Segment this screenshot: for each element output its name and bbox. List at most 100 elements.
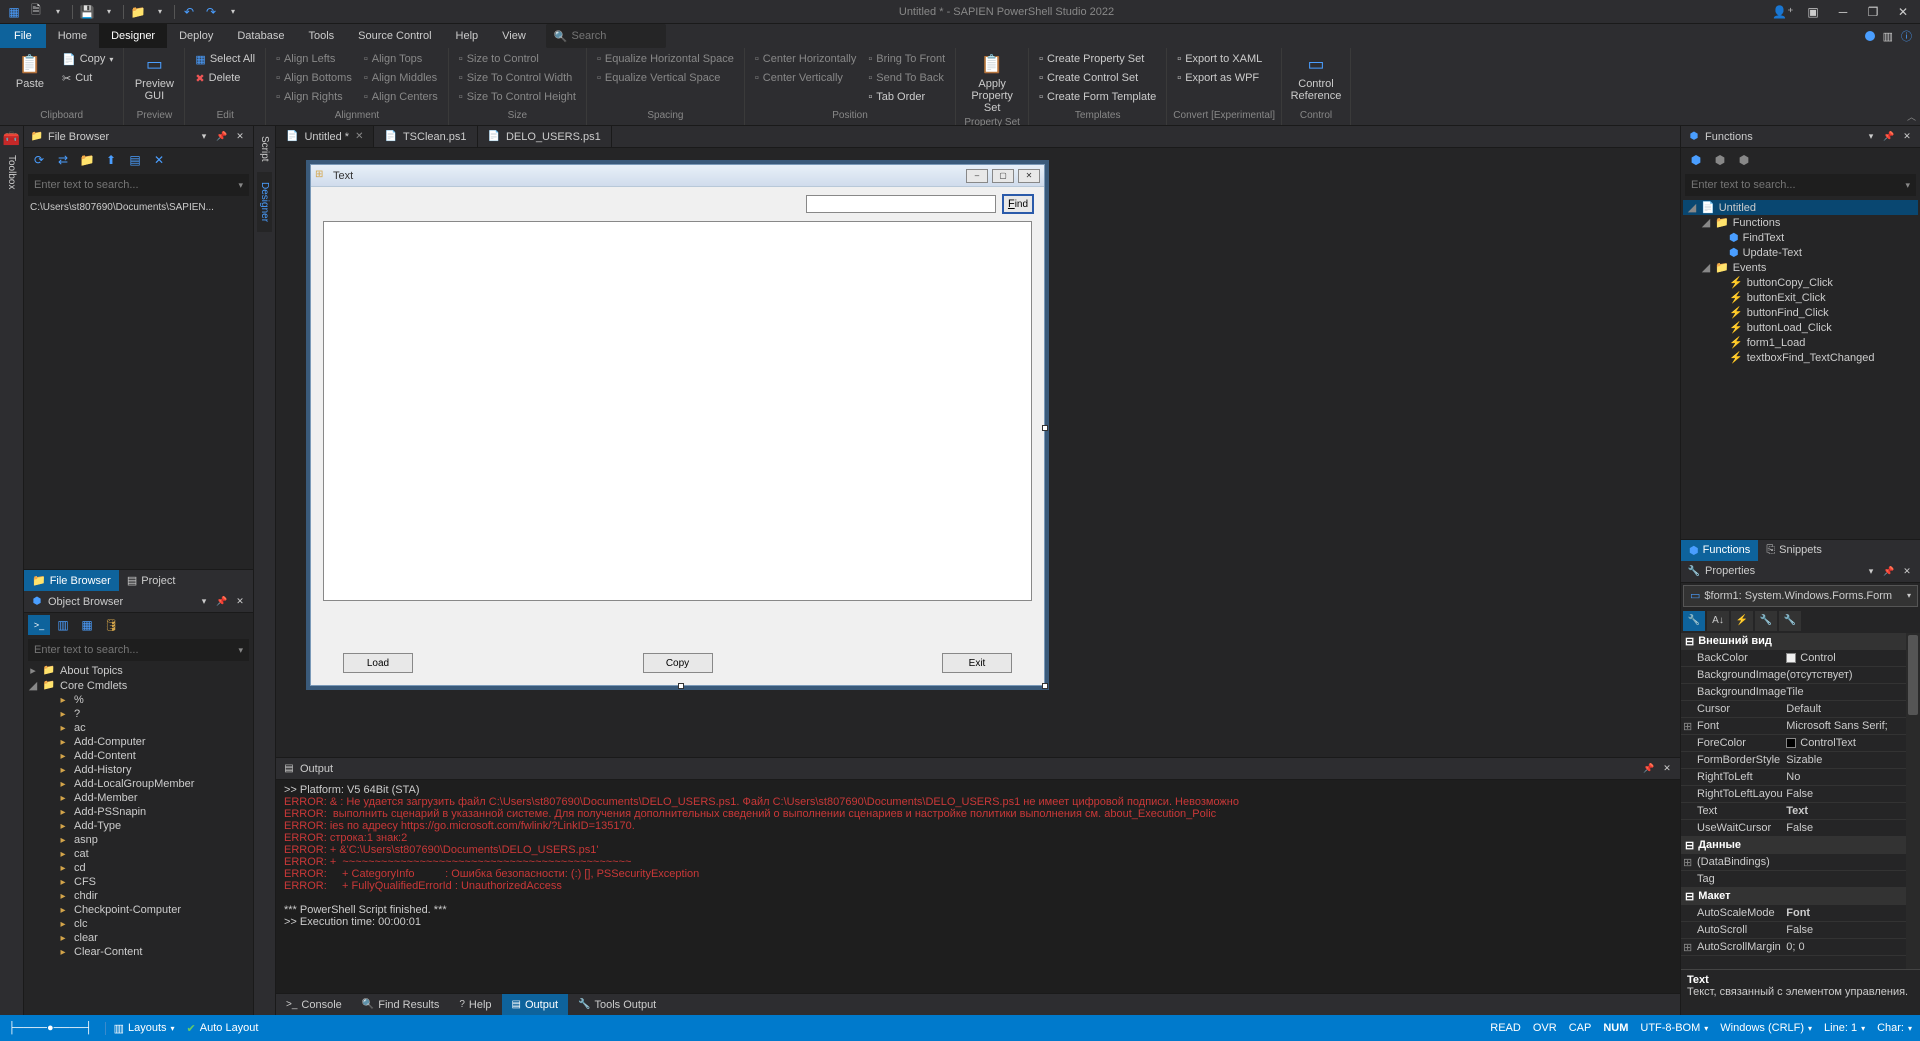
functions-search[interactable]: ▾ (1685, 174, 1916, 196)
menu-deploy[interactable]: Deploy (167, 24, 225, 48)
side-tab-script[interactable]: Script (257, 126, 272, 172)
redo-icon[interactable]: ↷ (201, 3, 221, 21)
cmdlet-item[interactable]: ▸chdir (24, 889, 253, 903)
func-item[interactable]: ⚡buttonCopy_Click (1683, 275, 1918, 290)
save-icon[interactable]: 💾 (77, 3, 97, 21)
ribbon-create-control-set[interactable]: ▫Create Control Set (1035, 69, 1160, 87)
maximize-icon[interactable]: ▢ (992, 169, 1014, 183)
prop-row[interactable]: CursorDefault (1681, 701, 1906, 718)
undo-icon[interactable]: ↶ (179, 3, 199, 21)
func-root[interactable]: ◢📄Untitled (1683, 200, 1918, 215)
cmdlet-item[interactable]: ▸asnp (24, 833, 253, 847)
layouts-button[interactable]: ▥Layouts▾ (105, 1022, 175, 1035)
minimize-icon[interactable]: – (966, 169, 988, 183)
delete-button[interactable]: ✖Delete (191, 69, 259, 87)
close-icon[interactable]: ✕ (1018, 169, 1040, 183)
func-item[interactable]: ⬢Update-Text (1683, 245, 1918, 260)
cut-button[interactable]: ✂Cut (58, 69, 117, 87)
module-icon[interactable]: ▥ (52, 615, 74, 635)
preview-gui-button[interactable]: ▭ Preview GUI (130, 50, 178, 104)
prop-row[interactable]: BackColorControl (1681, 650, 1906, 667)
filter-icon[interactable]: ▤ (124, 150, 146, 170)
window-menu-icon[interactable]: ▾ (197, 595, 211, 609)
doc-tab-tsclean-ps1[interactable]: 📄TSClean.ps1 (374, 126, 477, 147)
dropdown-icon[interactable]: ▾ (99, 3, 119, 21)
menu-file[interactable]: File (0, 24, 46, 48)
cmdlet-item[interactable]: ▸Checkpoint-Computer (24, 903, 253, 917)
prop-row[interactable]: BackgroundImage(отсутствует) (1681, 667, 1906, 684)
info-icon[interactable]: ⓘ (1901, 28, 1912, 44)
properties-grid[interactable]: ⊟Внешний видBackColorControlBackgroundIm… (1681, 633, 1920, 970)
func-group[interactable]: ◢📁Events (1683, 260, 1918, 275)
ribbon-collapse-icon[interactable]: ︿ (1907, 110, 1916, 123)
prop-category[interactable]: ⊟Макет (1681, 888, 1906, 905)
menu-search[interactable]: 🔍 (546, 24, 666, 48)
refresh-icon[interactable]: ⟳ (28, 150, 50, 170)
chevron-down-icon[interactable]: ▾ (238, 180, 243, 191)
output-tab-output[interactable]: ▤Output (502, 994, 568, 1015)
cmdlet-item[interactable]: ▸cat (24, 847, 253, 861)
zoom-slider[interactable]: ├────●────┤ (8, 1022, 93, 1034)
output-tab-tools-output[interactable]: 🔧Tools Output (568, 994, 666, 1015)
func-expand-icon[interactable]: ⬢ (1685, 150, 1707, 170)
properties-object-combo[interactable]: ▭ $form1: System.Windows.Forms.Form ▾ (1683, 585, 1918, 607)
close-icon[interactable]: ✕ (355, 131, 363, 142)
collapse-icon[interactable]: ⊟ (1685, 890, 1694, 903)
paste-button[interactable]: 📋 Paste (6, 50, 54, 92)
prop-misc-icon[interactable]: 🔧 (1779, 611, 1801, 631)
layout-icon[interactable]: ▥ (1883, 30, 1893, 43)
dropdown-icon[interactable]: ▾ (150, 3, 170, 21)
prop-category[interactable]: ⊟Данные (1681, 837, 1906, 854)
status-char--[interactable]: Char: ▾ (1877, 1022, 1912, 1034)
options-icon[interactable]: ✕ (148, 150, 170, 170)
prop-category[interactable]: ⊟Внешний вид (1681, 633, 1906, 650)
func-item[interactable]: ⬢FindText (1683, 230, 1918, 245)
window-menu-icon[interactable]: ▾ (197, 130, 211, 144)
folder-icon[interactable]: 📁 (128, 3, 148, 21)
new-icon[interactable]: 🗎 (26, 3, 46, 21)
form-preview[interactable]: ⊞ Text – ▢ ✕ FFindind Load Copy Exit (310, 164, 1045, 686)
cmdlet-item[interactable]: ▸cd (24, 861, 253, 875)
menu-help[interactable]: Help (444, 24, 491, 48)
cmdlet-item[interactable]: ▸Add-Member (24, 791, 253, 805)
load-button[interactable]: Load (343, 653, 413, 673)
cmdlet-item[interactable]: ▸Clear-Content (24, 945, 253, 959)
cmdlet-item[interactable]: ▸clc (24, 917, 253, 931)
output-text[interactable]: >> Platform: V5 64Bit (STA)ERROR: & : Не… (276, 780, 1680, 993)
object-browser-search-input[interactable] (34, 644, 238, 656)
close-icon[interactable]: ✕ (1660, 762, 1674, 776)
status-num[interactable]: NUM (1603, 1022, 1628, 1034)
func-item[interactable]: ⚡buttonFind_Click (1683, 305, 1918, 320)
tab-snippets[interactable]: ⎘Snippets (1758, 540, 1830, 561)
new-folder-icon[interactable]: 📁 (76, 150, 98, 170)
tree-root[interactable]: ▸📁About Topics (24, 663, 253, 678)
up-icon[interactable]: ⬆ (100, 150, 122, 170)
prop-row[interactable]: Tag (1681, 871, 1906, 888)
cmdlet-item[interactable]: ▸ac (24, 721, 253, 735)
pin-icon[interactable]: 📌 (1882, 130, 1896, 144)
auto-layout-button[interactable]: ✔Auto Layout (187, 1022, 259, 1035)
prop-config-icon[interactable]: 🔧 (1755, 611, 1777, 631)
ps-icon[interactable]: >_ (28, 615, 50, 635)
menu-tools[interactable]: Tools (296, 24, 346, 48)
search-input[interactable] (572, 30, 652, 42)
properties-scrollbar[interactable] (1906, 633, 1920, 970)
tab-functions[interactable]: ⬢Functions (1681, 540, 1758, 561)
find-input[interactable] (806, 195, 996, 213)
cmdlet-item[interactable]: ▸Add-LocalGroupMember (24, 777, 253, 791)
dropdown-icon[interactable]: ▾ (48, 3, 68, 21)
sync-icon[interactable]: ⇄ (52, 150, 74, 170)
func-item[interactable]: ⚡buttonLoad_Click (1683, 320, 1918, 335)
prop-events-icon[interactable]: ⚡ (1731, 611, 1753, 631)
func-sort-icon[interactable]: ⬢ (1733, 150, 1755, 170)
status-line--1[interactable]: Line: 1 ▾ (1824, 1022, 1865, 1034)
close-icon[interactable]: ✕ (1900, 130, 1914, 144)
tab-file-browser[interactable]: 📁File Browser (24, 570, 119, 591)
menu-database[interactable]: Database (225, 24, 296, 48)
menu-designer[interactable]: Designer (99, 24, 167, 48)
apply-propset-button[interactable]: 📋 Apply Property Set (962, 50, 1022, 116)
prop-categorized-icon[interactable]: 🔧 (1683, 611, 1705, 631)
status-ovr[interactable]: OVR (1533, 1022, 1557, 1034)
status-cap[interactable]: CAP (1569, 1022, 1592, 1034)
pos-tab-order[interactable]: ▫Tab Order (864, 88, 949, 106)
